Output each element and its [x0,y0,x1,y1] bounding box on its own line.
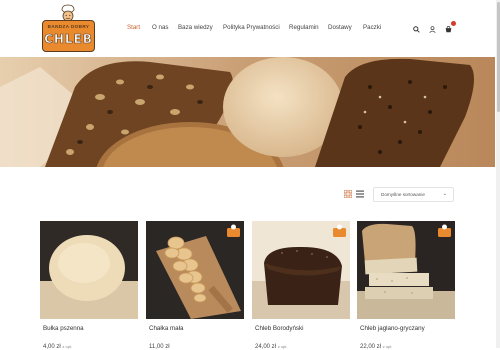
product-image[interactable] [146,221,244,319]
logo-badge: BANDZA DOBRY CHLEB [42,20,95,52]
product-price: 11,00 zł [149,344,170,350]
hero-bread-image [0,57,495,167]
product-photo-bulka [40,221,138,319]
product-price-value: 22,00 zł [360,344,382,350]
product-image[interactable] [357,221,455,319]
product-card[interactable]: Bułka pszenna 4,00 zł z opt. [40,221,138,350]
brand-badge-icon [227,224,240,237]
product-card[interactable]: Chleb Borodyński 24,00 zł z opt. [252,221,350,350]
site-logo[interactable]: BANDZA DOBRY CHLEB [41,4,96,52]
search-button[interactable] [411,24,421,34]
nav-item-paczki[interactable]: Paczki [363,24,381,31]
product-price: 24,00 zł z opt. [255,344,287,350]
page-scrollbar[interactable] [496,0,500,348]
chevron-down-icon: ⌄ [442,191,447,197]
product-price-suffix: z opt. [277,344,288,349]
nav-item-polityka[interactable]: Polityka Prywatności [223,24,280,31]
product-image[interactable] [252,221,350,319]
product-price: 4,00 zł z opt. [43,344,72,350]
nav-item-baza-wiedzy[interactable]: Baza wiedzy [178,24,213,31]
cart-button[interactable] [443,21,456,34]
product-title[interactable]: Bułka pszenna [43,325,84,332]
scrollbar-thumb[interactable] [496,2,500,112]
sort-select-value: Domyślne sortowanie [381,192,425,197]
product-title[interactable]: Chałka mała [149,325,183,332]
nav-item-dostawy[interactable]: Dostawy [328,24,352,31]
product-image[interactable] [40,221,138,319]
product-title[interactable]: Chleb jaglano-gryczany [360,325,425,332]
nav-item-o-nas[interactable]: O nas [152,24,169,31]
product-price-value: 4,00 zł [43,344,61,350]
brand-badge-icon [438,224,451,237]
search-icon [412,25,420,33]
sort-select[interactable]: Domyślne sortowanie ⌄ [373,187,454,202]
hero-banner [0,57,495,167]
product-price-value: 11,00 zł [149,344,170,350]
grid-view-icon[interactable] [344,190,352,198]
brand-badge-icon [333,224,346,237]
product-title[interactable]: Chleb Borodyński [255,325,304,332]
product-card[interactable]: Chleb jaglano-gryczany 22,00 zł z opt. [357,221,455,350]
user-icon [428,25,436,33]
cart-icon [445,25,451,32]
site-header: BANDZA DOBRY CHLEB Start O nas Baza wied… [0,0,500,57]
product-price: 22,00 zł z opt. [360,344,392,350]
logo-name: CHLEB [44,32,93,47]
cart-count-badge [451,21,456,26]
account-button[interactable] [427,24,437,34]
nav-item-start[interactable]: Start [127,24,140,31]
shop-toolbar: Domyślne sortowanie ⌄ [0,186,495,203]
logo-tagline: BANDZA DOBRY [47,24,90,29]
list-view-icon[interactable] [356,190,364,198]
product-price-value: 24,00 zł [255,344,277,350]
product-card[interactable]: Chałka mała 11,00 zł [146,221,244,350]
product-price-suffix: z opt. [382,344,393,349]
product-price-suffix: z opt. [62,344,73,349]
nav-item-regulamin[interactable]: Regulamin [289,24,319,31]
